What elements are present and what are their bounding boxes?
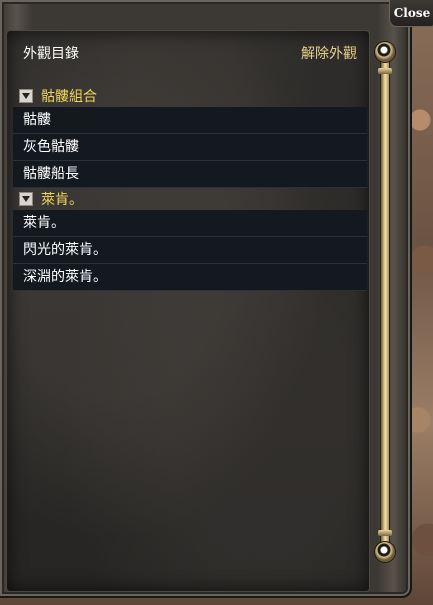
list-item[interactable]: 深淵的萊肯。 (13, 264, 367, 291)
group-label: 骷髏組合 (41, 89, 97, 105)
list-item[interactable]: 閃光的萊肯。 (13, 237, 367, 264)
group-header-lycan[interactable]: 萊肯。 (13, 188, 367, 210)
appearance-window: 外觀目錄 解除外觀 骷髏組合 骷髏 灰色骷髏 骷髏船長 萊肯。 萊肯。 閃光的萊… (0, 0, 412, 598)
list-item[interactable]: 骷髏船長 (13, 161, 367, 188)
scrollbar-rail[interactable] (378, 60, 392, 544)
list-item[interactable]: 萊肯。 (13, 210, 367, 237)
panel-title: 外觀目錄 (23, 46, 79, 62)
appearance-tree: 骷髏組合 骷髏 灰色骷髏 骷髏船長 萊肯。 萊肯。 閃光的萊肯。 深淵的萊肯。 (13, 85, 367, 291)
remove-appearance-button[interactable]: 解除外觀 (301, 43, 357, 63)
group-label: 萊肯。 (41, 192, 83, 208)
window-title-bar[interactable] (0, 0, 388, 28)
group-header-skeleton-set[interactable]: 骷髏組合 (13, 85, 367, 107)
scroll-down-knob-icon[interactable] (375, 542, 395, 562)
appearance-panel: 外觀目錄 解除外觀 骷髏組合 骷髏 灰色骷髏 骷髏船長 萊肯。 萊肯。 閃光的萊… (6, 30, 370, 592)
list-item[interactable]: 骷髏 (13, 107, 367, 134)
expand-toggle-icon[interactable] (19, 89, 33, 103)
close-button[interactable]: Close (389, 0, 433, 27)
expand-toggle-icon[interactable] (19, 192, 33, 206)
list-item[interactable]: 灰色骷髏 (13, 134, 367, 161)
vertical-scrollbar[interactable] (370, 38, 400, 566)
scroll-up-knob-icon[interactable] (375, 42, 395, 62)
